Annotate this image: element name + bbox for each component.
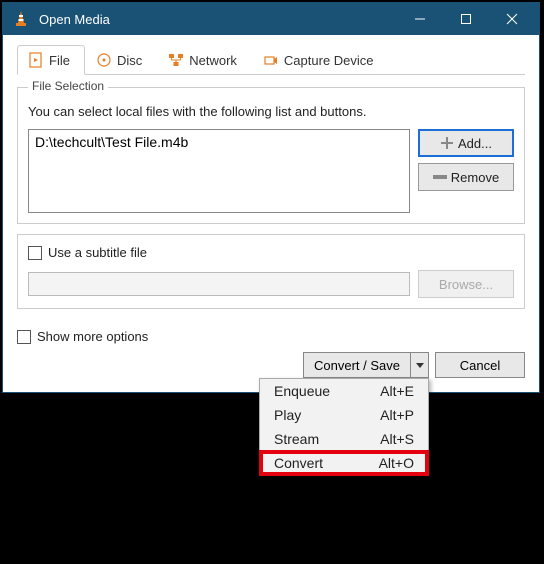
subtitle-checkbox[interactable] [28,246,42,260]
tab-label: Disc [117,53,142,68]
minimize-button[interactable] [397,3,443,35]
button-label: Remove [451,170,499,185]
file-icon [28,52,44,68]
button-label: Browse... [439,277,493,292]
cancel-button[interactable]: Cancel [435,352,525,378]
split-main[interactable]: Convert / Save [304,353,410,377]
plus-icon [440,136,454,150]
file-selection-group: File Selection You can select local file… [17,87,525,224]
menu-label: Stream [274,431,319,447]
dialog-content: File Disc Network Capture Device File Se… [3,35,539,323]
menu-label: Convert [274,455,323,471]
button-label: Cancel [460,358,500,373]
titlebar: Open Media [3,3,539,35]
convert-save-button[interactable]: Convert / Save [303,352,429,378]
group-legend: File Selection [28,79,108,93]
window-title: Open Media [39,12,397,27]
menu-shortcut: Alt+S [380,431,414,447]
split-dropdown-arrow[interactable] [410,353,428,377]
maximize-button[interactable] [443,3,489,35]
tab-bar: File Disc Network Capture Device [17,45,525,75]
chevron-down-icon [416,363,424,368]
capture-icon [263,52,279,68]
tab-disc[interactable]: Disc [85,45,157,75]
subtitle-path-input [28,272,410,296]
convert-menu: Enqueue Alt+E Play Alt+P Stream Alt+S Co… [259,378,429,476]
menu-item-play[interactable]: Play Alt+P [260,403,428,427]
vlc-cone-icon [11,9,31,29]
hint-text: You can select local files with the foll… [28,104,514,119]
menu-label: Enqueue [274,383,330,399]
tab-network[interactable]: Network [157,45,252,75]
browse-button: Browse... [418,270,514,298]
close-button[interactable] [489,3,535,35]
show-more-checkbox[interactable] [17,330,31,344]
tab-file[interactable]: File [17,45,85,75]
file-list[interactable]: D:\techcult\Test File.m4b [28,129,410,213]
tab-label: Capture Device [284,53,374,68]
network-icon [168,52,184,68]
add-button[interactable]: Add... [418,129,514,157]
minus-icon [433,175,447,179]
remove-button[interactable]: Remove [418,163,514,191]
menu-label: Play [274,407,301,423]
dialog-bottom: Show more options Convert / Save Cancel … [3,323,539,392]
menu-item-convert[interactable]: Convert Alt+O [260,451,428,475]
file-list-item[interactable]: D:\techcult\Test File.m4b [35,134,403,150]
open-media-dialog: Open Media File Disc Network Capture Dev… [2,2,540,393]
tab-label: Network [189,53,237,68]
tab-capture[interactable]: Capture Device [252,45,389,75]
menu-item-stream[interactable]: Stream Alt+S [260,427,428,451]
button-label: Add... [458,136,492,151]
disc-icon [96,52,112,68]
menu-shortcut: Alt+P [380,407,414,423]
subtitle-group: Use a subtitle file Browse... [17,234,525,309]
tab-label: File [49,53,70,68]
subtitle-label: Use a subtitle file [48,245,147,260]
show-more-label: Show more options [37,329,148,344]
menu-shortcut: Alt+E [380,383,414,399]
menu-item-enqueue[interactable]: Enqueue Alt+E [260,379,428,403]
menu-shortcut: Alt+O [379,455,414,471]
